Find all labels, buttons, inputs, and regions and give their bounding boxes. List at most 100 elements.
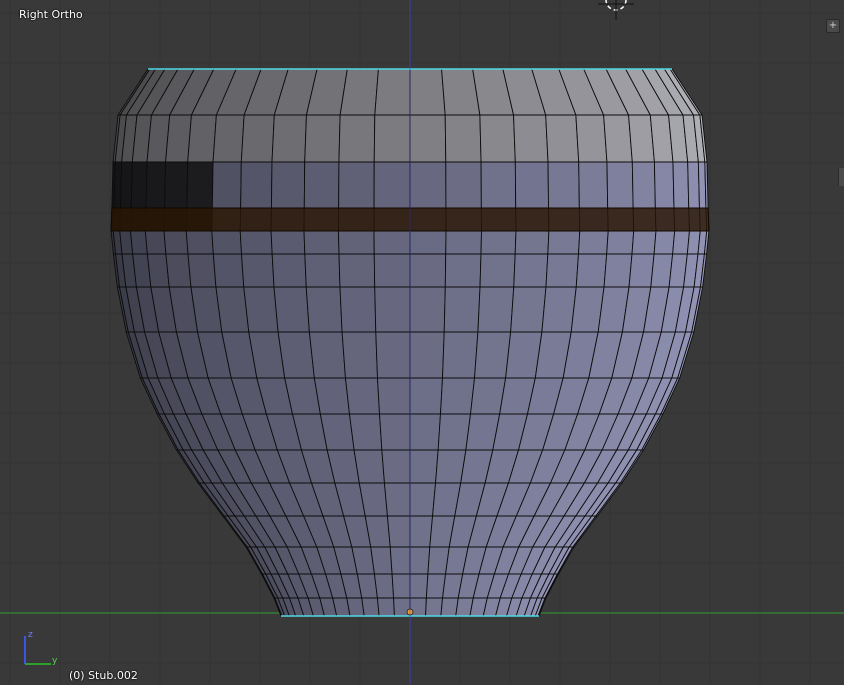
mesh-face [163,230,189,255]
mesh-face [444,253,482,288]
mesh-face [444,114,482,163]
mesh-face [437,413,472,451]
mesh-face [373,114,411,163]
mesh-face [383,482,411,517]
mesh-face [672,161,690,209]
mesh-face [303,230,340,255]
mesh-face [271,161,306,209]
mesh-face [409,449,439,484]
mesh-face [187,114,217,163]
mesh-face [442,331,479,379]
mesh-face [145,161,167,209]
mesh-face [445,161,482,209]
axis-gizmo: z y [24,630,58,666]
mesh-face [346,597,365,617]
mesh-face [514,161,549,209]
mesh-face [578,230,609,255]
mesh-face [440,377,476,415]
mesh-face [373,573,395,599]
mesh-face [653,230,676,255]
mesh-face [409,68,446,116]
mesh-face [409,161,447,209]
mesh-face [631,161,656,209]
mesh-face [575,114,608,163]
mesh-face [305,286,343,333]
mesh-face [379,413,411,451]
mesh-face [510,286,547,333]
mesh-face [338,230,375,255]
mesh-face [361,597,380,617]
mesh-face [409,114,447,163]
mesh-face [474,331,512,379]
mesh-face [353,449,385,484]
mesh-face [409,482,437,517]
mesh-face [338,161,375,209]
mesh-face [374,68,411,116]
mesh-face [409,515,434,548]
mesh-face [603,253,633,288]
mesh-face [480,230,517,255]
mesh-face [409,286,446,333]
mesh-face [513,114,549,163]
mesh-face [239,230,273,255]
mesh-face [389,546,411,575]
mesh-face [144,230,167,255]
region-toggle-button[interactable]: + [826,19,840,33]
mesh-face [165,253,192,288]
viewport-scene[interactable]: z y [0,0,844,685]
mesh-face [187,253,217,288]
mesh-face [341,331,378,379]
mesh-face [603,114,633,163]
mesh-face [514,230,550,255]
mesh-face [440,597,459,617]
mesh-face [338,253,376,288]
gizmo-y-label: y [52,656,58,666]
mesh-face [479,253,516,288]
mesh-face [547,230,581,255]
mesh-face [480,161,517,209]
3d-viewport[interactable]: z y Right Ortho (0) Stub.002 + [0,0,844,685]
mesh-face [545,114,580,163]
3d-cursor [598,0,634,20]
mesh-face [578,161,609,209]
mesh-face [409,377,443,415]
mesh-face [377,377,411,415]
mesh-face [375,331,411,379]
mesh-face [164,161,189,209]
mesh-face [313,377,350,415]
mesh-face [672,230,690,255]
mesh-face [409,230,447,255]
mesh-face [687,161,700,209]
mesh-face [304,114,341,163]
sidebar-edge-handle[interactable] [838,168,844,186]
mesh-face [606,230,635,255]
mesh-face [409,413,441,451]
mesh-face [212,114,245,163]
mesh-face [339,68,379,116]
mesh-face [130,230,148,255]
mesh-face [240,161,273,209]
mesh-face [376,597,395,617]
mesh-face [271,253,307,288]
mesh-face [270,230,306,255]
active-object-label: (0) Stub.002 [69,669,138,682]
mesh-face [273,286,310,333]
mesh-face [241,253,275,288]
mesh-face [165,114,192,163]
mesh-face [308,331,346,379]
mesh-face [409,331,445,379]
mesh-face [240,114,275,163]
mesh-face [211,230,242,255]
mesh-face [409,573,429,599]
mesh-face [628,253,655,288]
mesh-face [409,546,431,575]
mesh-face [479,114,516,163]
mesh-face [338,114,376,163]
mesh-face [386,515,411,548]
mesh-face [425,597,444,617]
mesh-face [271,114,307,163]
mesh-face [541,286,577,333]
mesh-face [373,230,411,255]
mesh-face [575,253,608,288]
mesh-face [381,449,411,484]
